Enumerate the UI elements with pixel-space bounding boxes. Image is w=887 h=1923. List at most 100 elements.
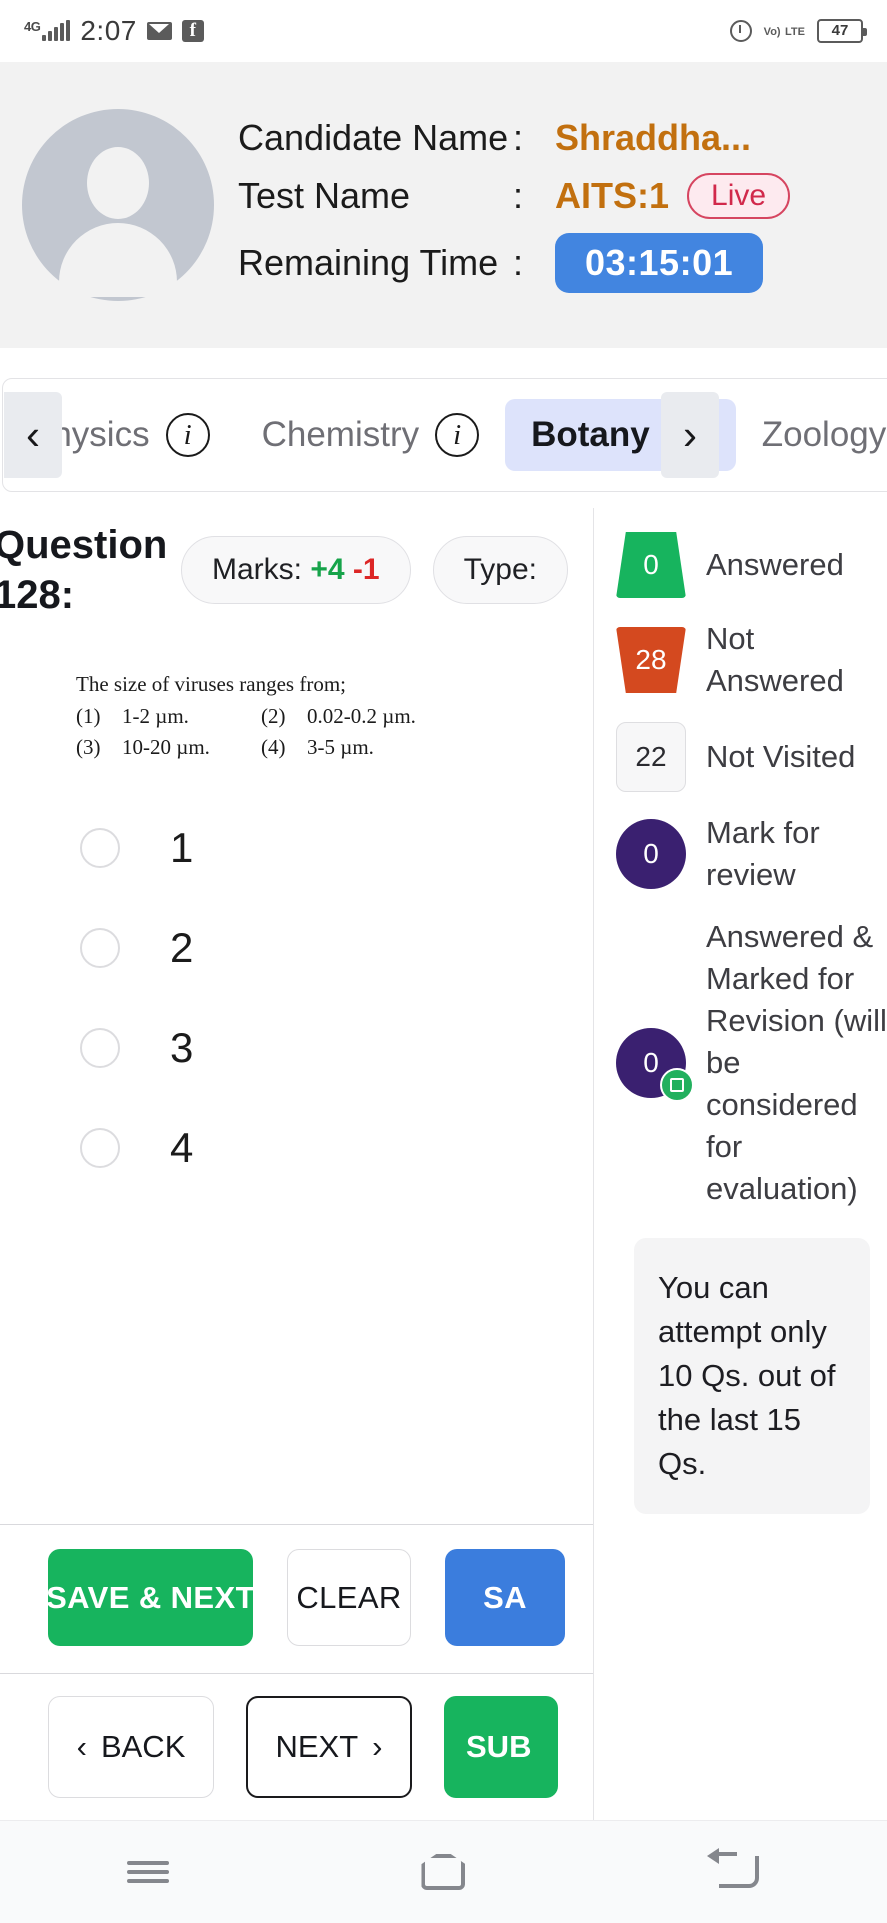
printed-option: (2) 0.02-0.2 µm. bbox=[261, 704, 593, 729]
option-number: (4) bbox=[261, 735, 286, 759]
clear-button[interactable]: CLEAR bbox=[287, 1549, 411, 1646]
printed-option: (1) 1-2 µm. bbox=[76, 704, 261, 729]
option-text: 0.02-0.2 µm. bbox=[307, 704, 416, 728]
app-screen: 4G 2:07 f Vo) LTE 47 Candidate Name : Sh… bbox=[0, 0, 887, 1923]
page-title: Question 128: bbox=[0, 523, 168, 617]
choice-label: 3 bbox=[170, 1024, 194, 1071]
attempt-notice: You can attempt only 10 Qs. out of the l… bbox=[634, 1238, 870, 1514]
android-nav-bar bbox=[0, 1820, 887, 1923]
answer-choice-2[interactable]: 2 bbox=[80, 924, 593, 972]
save-and-next-button[interactable]: SAVE & NEXT bbox=[46, 1549, 255, 1646]
next-button[interactable]: NEXT › bbox=[246, 1695, 412, 1798]
tab-zoology-label: Zoology bbox=[761, 415, 887, 454]
colon-separator: : bbox=[513, 242, 524, 283]
back-button[interactable]: ‹ BACK bbox=[48, 1695, 214, 1798]
answered-count-badge: 0 bbox=[616, 532, 686, 598]
subject-tab-bar[interactable]: Physics i Chemistry i Botany i Zoology i… bbox=[2, 378, 887, 492]
save-and-mark-button[interactable]: SA bbox=[445, 1549, 565, 1646]
not-visited-count-badge: 22 bbox=[616, 722, 686, 792]
question-status-legend-panel: 0 Answered 28 Not Answered 22 Not Visite… bbox=[593, 508, 887, 1820]
printed-option: (3) 10-20 µm. bbox=[76, 735, 261, 760]
menu-icon[interactable] bbox=[113, 1849, 183, 1895]
back-icon[interactable] bbox=[704, 1848, 774, 1895]
battery-icon: 47 bbox=[817, 19, 867, 43]
option-number: (2) bbox=[261, 704, 286, 728]
mark-for-review-count-badge: 0 bbox=[616, 819, 686, 889]
tab-chemistry-label: Chemistry bbox=[261, 415, 420, 454]
type-badge: Type: bbox=[432, 536, 568, 604]
tabs-scroll-right-icon[interactable]: › bbox=[661, 392, 719, 478]
question-stem: The size of viruses ranges from; bbox=[76, 672, 346, 696]
choice-label: 4 bbox=[170, 1124, 194, 1171]
signal-icon: 4G bbox=[24, 19, 71, 41]
mail-icon bbox=[146, 22, 172, 40]
remaining-time-label: Remaining Time bbox=[238, 242, 499, 283]
info-icon[interactable]: i bbox=[435, 413, 480, 457]
marks-badge: Marks: +4 -1 bbox=[181, 536, 411, 604]
marks-label: Marks: bbox=[212, 553, 302, 586]
question-content: The size of viruses ranges from; (1) 1-2… bbox=[76, 672, 593, 760]
legend-item-not-visited: 22 Not Visited bbox=[616, 722, 887, 792]
colon-separator: : bbox=[513, 175, 524, 216]
tabs-scroll-left-icon[interactable]: ‹ bbox=[4, 392, 62, 478]
option-text: 3-5 µm. bbox=[307, 735, 374, 759]
status-bar-right: Vo) LTE 47 bbox=[729, 19, 867, 43]
option-text: 10-20 µm. bbox=[122, 735, 210, 759]
status-bar-left: 4G 2:07 f bbox=[24, 15, 204, 47]
option-text: 1-2 µm. bbox=[122, 704, 189, 728]
tab-zoology[interactable]: Zoology i bbox=[736, 399, 887, 471]
question-header: Question 128: Marks: +4 -1 Type: bbox=[0, 508, 593, 620]
candidate-header: Candidate Name : Shraddha... Test Name :… bbox=[0, 62, 887, 348]
home-icon[interactable] bbox=[408, 1849, 478, 1895]
candidate-name-value: Shraddha... bbox=[555, 117, 752, 158]
tab-chemistry[interactable]: Chemistry i bbox=[236, 399, 506, 471]
answered-marked-count-badge: 0 bbox=[616, 1028, 694, 1102]
legend-label: Answered & Marked for Revision (will be … bbox=[706, 919, 887, 1206]
marks-positive: +4 bbox=[310, 553, 345, 586]
legend-item-answered-and-marked: 0 Answered & Marked for Revision (will b… bbox=[616, 916, 887, 1210]
legend-item-mark-for-review: 0 Mark for review bbox=[616, 812, 887, 896]
marks-negative: -1 bbox=[352, 553, 380, 586]
legend-label: Not Visited bbox=[706, 739, 856, 774]
badge-count: 0 bbox=[643, 1047, 659, 1078]
volte-icon: Vo) LTE bbox=[763, 26, 805, 38]
option-number: (1) bbox=[76, 704, 101, 728]
avatar bbox=[22, 109, 214, 301]
answer-choice-list: 1 2 3 4 bbox=[80, 824, 593, 1172]
navigation-button-row: ‹ BACK NEXT › SUB bbox=[0, 1673, 593, 1819]
tab-botany-label: Botany bbox=[531, 415, 650, 454]
radio-button[interactable] bbox=[80, 928, 120, 968]
marked-check-icon bbox=[660, 1068, 694, 1102]
signal-bars-icon bbox=[42, 20, 71, 41]
facebook-icon: f bbox=[181, 20, 204, 42]
option-number: (3) bbox=[76, 735, 101, 759]
chevron-right-icon: › bbox=[372, 1728, 383, 1764]
submit-button[interactable]: SUB bbox=[444, 1695, 558, 1798]
test-name-label: Test Name bbox=[238, 175, 411, 216]
choice-label: 1 bbox=[170, 824, 194, 871]
header-info: Candidate Name : Shraddha... Test Name :… bbox=[238, 117, 791, 293]
legend-label: Mark for review bbox=[706, 815, 820, 892]
network-type-label: 4G bbox=[24, 19, 41, 34]
radio-button[interactable] bbox=[80, 828, 120, 868]
answer-choice-1[interactable]: 1 bbox=[80, 824, 593, 872]
remaining-time-row: Remaining Time : 03:15:01 bbox=[238, 233, 790, 293]
chevron-left-icon: ‹ bbox=[76, 1728, 87, 1764]
remaining-time-value: 03:15:01 bbox=[555, 233, 764, 293]
live-badge: Live bbox=[687, 173, 791, 219]
test-name-value: AITS:1 bbox=[555, 175, 670, 216]
question-printed-options: (1) 1-2 µm. (2) 0.02-0.2 µm. (3) 10-20 µ… bbox=[76, 704, 593, 760]
legend-label: Not Answered bbox=[706, 621, 844, 698]
status-bar: 4G 2:07 f Vo) LTE 47 bbox=[0, 0, 887, 62]
choice-label: 2 bbox=[170, 924, 194, 971]
question-panel: Question 128: Marks: +4 -1 Type: The siz… bbox=[0, 508, 593, 1516]
status-time: 2:07 bbox=[80, 15, 137, 46]
radio-button[interactable] bbox=[80, 1128, 120, 1168]
legend-item-answered: 0 Answered bbox=[616, 532, 887, 598]
answer-choice-3[interactable]: 3 bbox=[80, 1024, 593, 1072]
answer-choice-4[interactable]: 4 bbox=[80, 1124, 593, 1172]
candidate-name-label: Candidate Name bbox=[238, 117, 509, 158]
alarm-icon bbox=[729, 20, 752, 42]
radio-button[interactable] bbox=[80, 1028, 120, 1068]
info-icon[interactable]: i bbox=[165, 413, 210, 457]
